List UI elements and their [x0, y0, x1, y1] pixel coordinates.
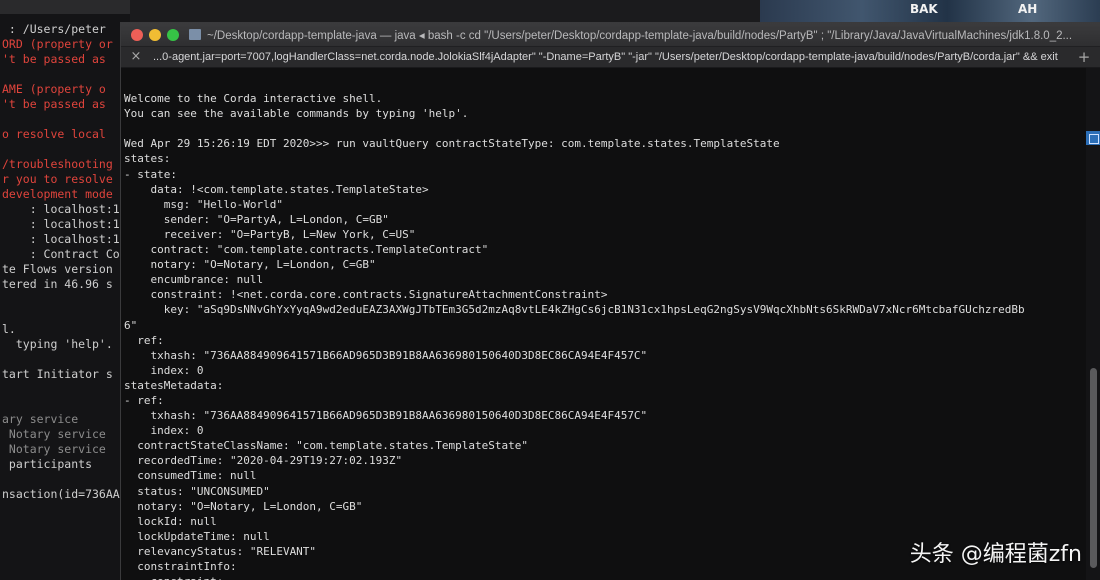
terminal-output[interactable]: Welcome to the Corda interactive shell. Y… [121, 68, 1087, 580]
terminal-line: encumbrance: null [124, 273, 264, 287]
background-terminal-window[interactable]: : /Users/peter ORD (property or't be pass… [0, 0, 130, 580]
background-terminal-line: : localhost:10 [2, 202, 127, 216]
scrollbar-thumb[interactable] [1090, 368, 1097, 568]
terminal-line: data: !<com.template.states.TemplateStat… [124, 182, 429, 196]
terminal-line: ref: [124, 333, 164, 347]
terminal-line: contractStateClassName: "com.template.st… [124, 439, 528, 453]
terminal-line: status: "UNCONSUMED" [124, 484, 270, 498]
terminal-line: 6" [124, 318, 138, 332]
watermark: 头条 @编程菌zfn [909, 542, 1082, 567]
window-titlebar[interactable]: ~/Desktop/cordapp-template-java — java ◂… [121, 23, 1100, 47]
background-terminal-line: 't be passed as [2, 97, 106, 111]
terminal-line: consumedTime: null [124, 469, 257, 483]
terminal-line: Welcome to the Corda interactive shell. [124, 92, 383, 106]
background-terminal-line: r you to resolve [2, 172, 113, 186]
tab-bar: × ...0-agent.jar=port=7007,logHandlerCla… [121, 47, 1100, 68]
new-tab-button[interactable]: + [1076, 48, 1092, 66]
desktop-wallpaper-text-left: BAK [910, 2, 938, 16]
terminal-line: - state: [124, 167, 177, 181]
background-terminal-line: /troubleshooting [2, 157, 113, 171]
background-terminal-titlebar [0, 0, 130, 14]
background-terminal-line: te Flows version [2, 262, 113, 276]
background-terminal-line: participants [2, 457, 93, 471]
background-terminal-line: : localhost:10 [2, 217, 127, 231]
terminal-line: recordedTime: "2020-04-29T19:27:02.193Z" [124, 454, 403, 468]
terminal-line: - ref: [124, 393, 164, 407]
background-terminal-line: : Contract Cor [2, 247, 127, 261]
terminal-line: statesMetadata: [124, 378, 224, 392]
terminal-line: msg: "Hello-World" [124, 197, 283, 211]
terminal-line: states: [124, 152, 171, 166]
terminal-line: receiver: "O=PartyB, L=New York, C=US" [124, 227, 416, 241]
close-window-button[interactable] [131, 29, 143, 41]
terminal-line: sender: "O=PartyA, L=London, C=GB" [124, 212, 389, 226]
terminal-line: constraint: [124, 574, 1087, 580]
background-terminal-line: nsaction(id=736AA [2, 487, 120, 501]
background-terminal-line: ary service [2, 412, 79, 426]
background-terminal-line: tered in 46.96 s [2, 277, 113, 291]
background-terminal-line: development mode [2, 187, 113, 201]
terminal-line: constraint: !<net.corda.core.contracts.S… [124, 288, 608, 302]
minimize-window-button[interactable] [149, 29, 161, 41]
background-terminal-line: : localhost:10 [2, 232, 127, 246]
terminal-line: lockId: null [124, 514, 217, 528]
terminal-line: notary: "O=Notary, L=London, C=GB" [124, 499, 363, 513]
terminal-line: contract: "com.template.contracts.Templa… [124, 243, 489, 257]
terminal-line: notary: "O=Notary, L=London, C=GB" [124, 258, 376, 272]
scroll-marker-icon[interactable] [1086, 131, 1100, 145]
background-terminal-line: tart Initiator s [2, 367, 113, 381]
desktop-wallpaper: BAK AH [760, 0, 1100, 22]
background-terminal-line: ORD (property or [2, 37, 113, 51]
terminal-line: You can see the available commands by ty… [124, 107, 469, 121]
terminal-line: Wed Apr 29 15:26:19 EDT 2020>>> run vaul… [124, 137, 780, 151]
background-terminal-line: typing 'help'. [2, 337, 113, 351]
window-title: ~/Desktop/cordapp-template-java — java ◂… [207, 30, 1073, 42]
tab-close-icon[interactable]: × [129, 50, 143, 64]
terminal-line: txhash: "736AA884909641571B66AD965D3B91B… [124, 348, 648, 362]
tab-active[interactable]: ...0-agent.jar=port=7007,logHandlerClass… [153, 51, 1070, 63]
terminal-line: txhash: "736AA884909641571B66AD965D3B91B… [124, 409, 648, 423]
background-terminal-line: AME (property o [2, 82, 106, 96]
folder-icon [189, 29, 201, 40]
background-terminal-line: o resolve local [2, 127, 106, 141]
background-terminal-line: : /Users/peter [2, 22, 106, 36]
background-terminal-line: 't be passed as [2, 52, 106, 66]
terminal-line: index: 0 [124, 424, 204, 438]
desktop-wallpaper-text-right: AH [1018, 2, 1038, 16]
terminal-line: key: "aSq9DsNNvGhYxYyqA9wd2eduEAZ3AXWgJT… [124, 303, 1025, 317]
terminal-window[interactable]: ~/Desktop/cordapp-template-java — java ◂… [120, 22, 1100, 580]
background-terminal-line: l. [2, 322, 16, 336]
background-terminal-line: Notary service [2, 427, 106, 441]
terminal-line: index: 0 [124, 363, 204, 377]
maximize-window-button[interactable] [167, 29, 179, 41]
background-terminal-line: Notary service [2, 442, 106, 456]
